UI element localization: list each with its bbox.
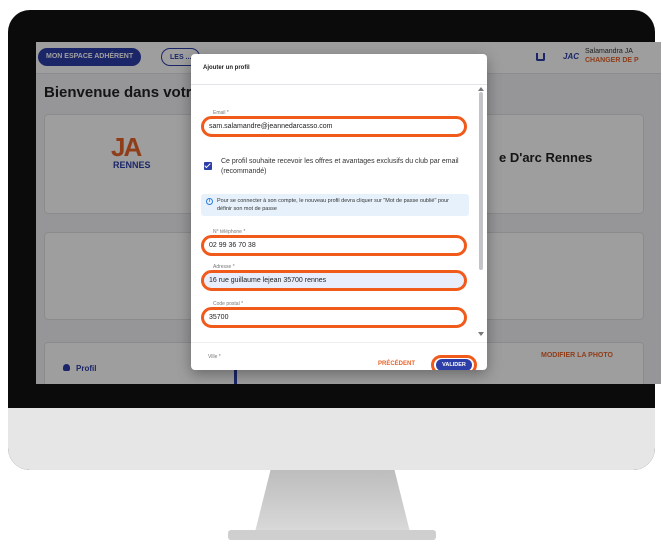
submit-button-highlight: VALIDER [431, 355, 477, 370]
info-notice: i Pour se connecter à son compte, le nou… [201, 194, 469, 216]
dialog-title: Ajouter un profil [203, 65, 250, 71]
divider [191, 84, 487, 85]
phone-value: 02 99 36 70 38 [209, 242, 256, 249]
email-field[interactable]: Email * sam.salamandre@jeannedarcasso.co… [201, 110, 467, 137]
monitor-chin [8, 408, 655, 470]
info-text: Pour se connecter à son compte, le nouve… [217, 198, 449, 212]
postal-code-label: Code postal * [212, 301, 245, 307]
previous-button[interactable]: PRÉCÉDENT [378, 361, 415, 367]
submit-button[interactable]: VALIDER [436, 359, 472, 370]
newsletter-checkbox[interactable] [204, 162, 212, 170]
screen: MON ESPACE ADHÉRENT LES ... JAC Salamand… [36, 42, 661, 384]
postal-code-field[interactable]: Code postal * 35700 [201, 301, 467, 328]
newsletter-label: Ce profil souhaite recevoir les offres e… [221, 158, 459, 175]
footer-divider [191, 342, 487, 343]
scroll-up-arrow-icon[interactable] [478, 87, 484, 91]
postal-code-value: 35700 [209, 314, 229, 321]
phone-field[interactable]: N° téléphone * 02 99 36 70 38 [201, 229, 467, 256]
phone-label: N° téléphone * [212, 229, 247, 235]
email-label: Email * [212, 110, 230, 116]
city-label: Ville * [208, 354, 221, 360]
scroll-down-arrow-icon[interactable] [478, 332, 484, 336]
scrollbar-thumb[interactable] [479, 92, 483, 270]
address-value: 16 rue guillaume lejean 35700 rennes [209, 277, 327, 284]
address-field[interactable]: Adresse * 16 rue guillaume lejean 35700 … [201, 264, 467, 291]
email-value: sam.salamandre@jeannedarcasso.com [209, 123, 333, 130]
address-label: Adresse * [212, 264, 236, 270]
add-profile-dialog: Ajouter un profil Email * sam.salamandre… [191, 54, 487, 370]
monitor-base [228, 530, 436, 540]
info-icon: i [206, 198, 213, 205]
monitor-stand [255, 470, 410, 532]
